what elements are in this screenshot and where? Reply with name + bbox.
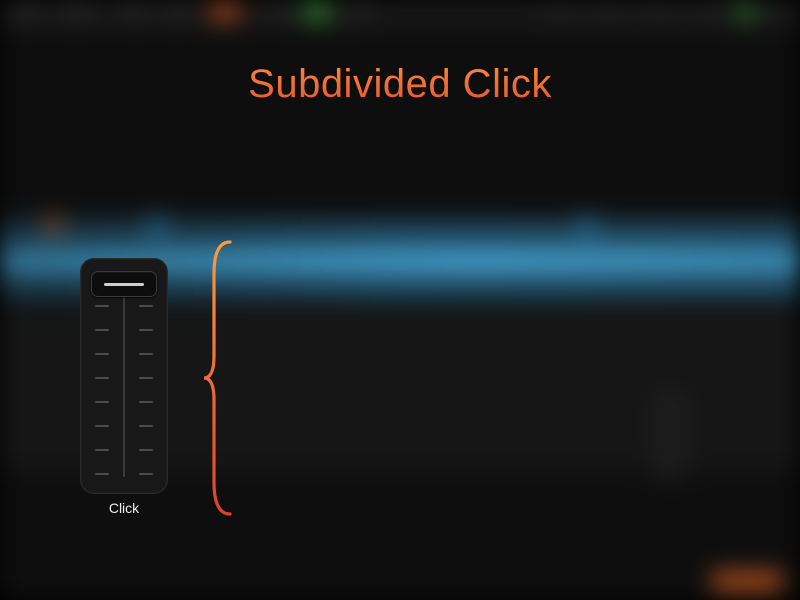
bg-ruler [655, 400, 685, 510]
slider-tick [139, 305, 153, 307]
click-volume-slider[interactable] [80, 258, 168, 494]
slider-groove [123, 285, 125, 477]
slider-tick [139, 353, 153, 355]
bg-marker [150, 218, 164, 232]
slider-tick [139, 425, 153, 427]
slider-tick [139, 449, 153, 451]
slider-track[interactable] [89, 271, 159, 481]
bg-marker [580, 218, 594, 232]
slider-knob[interactable] [91, 271, 157, 297]
bg-corner-badge [712, 572, 782, 590]
curly-brace-icon [200, 238, 240, 518]
slider-tick [139, 329, 153, 331]
overlay-title: Subdivided Click [0, 62, 800, 107]
slider-tick [95, 329, 109, 331]
slider-tick [139, 377, 153, 379]
slider-tick [95, 305, 109, 307]
slider-tick [95, 353, 109, 355]
slider-tick [139, 473, 153, 475]
slider-tick [139, 401, 153, 403]
slider-tick [95, 425, 109, 427]
slider-tick [95, 377, 109, 379]
slider-tick [95, 449, 109, 451]
slider-tick [95, 401, 109, 403]
bg-marker [46, 218, 60, 232]
bg-toolbar [0, 0, 800, 26]
slider-tick [95, 473, 109, 475]
slider-label: Click [80, 500, 168, 516]
